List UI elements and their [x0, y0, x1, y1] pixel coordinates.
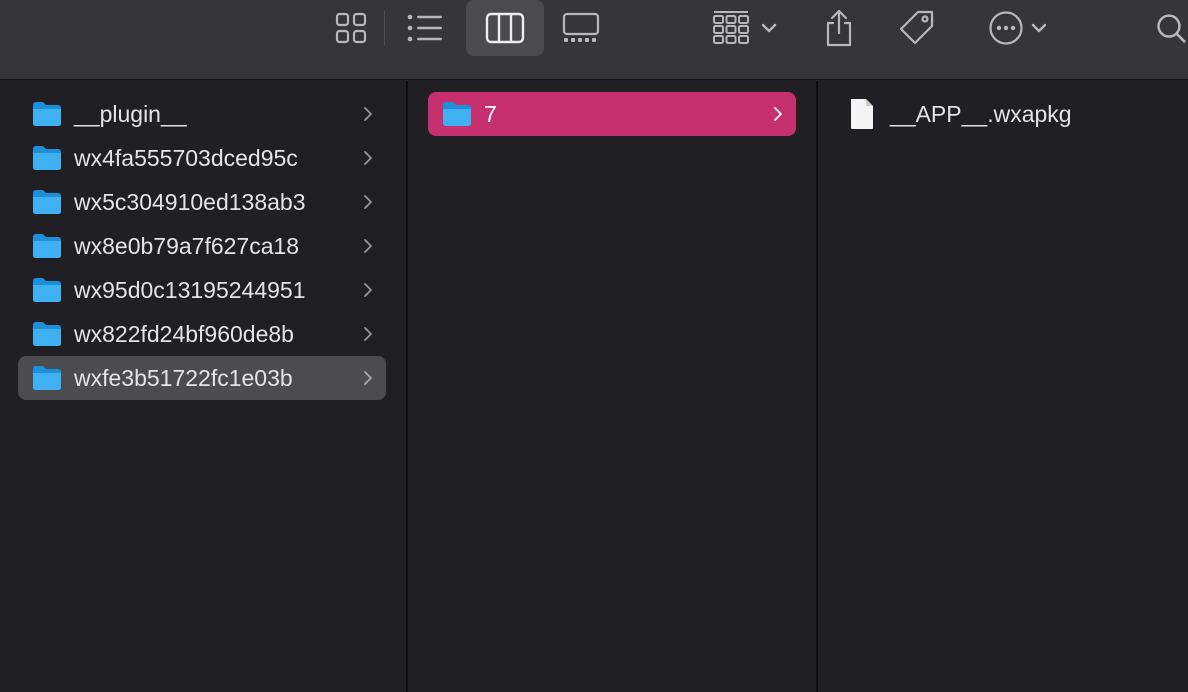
- column-3: __APP__.wxapkg: [818, 81, 1188, 692]
- share-button[interactable]: [816, 0, 862, 56]
- chevron-right-icon: [364, 327, 372, 341]
- list-view-icon: [407, 14, 442, 42]
- tag-button[interactable]: [894, 0, 940, 56]
- chevron-right-icon: [364, 371, 372, 385]
- search-icon: [1157, 14, 1186, 43]
- folder-icon: [33, 322, 61, 346]
- list-item[interactable]: wx8e0b79a7f627ca18: [18, 224, 386, 268]
- list-item[interactable]: wx5c304910ed138ab3: [18, 180, 386, 224]
- icon-view-icon: [335, 12, 367, 44]
- list-item[interactable]: wx4fa555703dced95c: [18, 136, 386, 180]
- chevron-right-icon: [364, 195, 372, 209]
- column-1: __plugin__ wx4fa555703dced95c wx5c304910…: [0, 81, 406, 692]
- icon-view-button[interactable]: [326, 0, 376, 56]
- folder-icon: [33, 102, 61, 126]
- document-icon: [851, 99, 873, 129]
- folder-icon: [33, 278, 61, 302]
- folder-icon: [443, 102, 471, 126]
- toolbar-separator: [384, 10, 385, 46]
- list-view-button[interactable]: [400, 0, 450, 56]
- chevron-right-icon: [364, 151, 372, 165]
- folder-name: wx4fa555703dced95c: [74, 144, 298, 171]
- gallery-view-button[interactable]: [556, 0, 606, 56]
- search-button[interactable]: [1150, 0, 1188, 56]
- folder-name: 7: [484, 100, 497, 127]
- list-item-selected[interactable]: 7: [428, 92, 796, 136]
- share-icon: [826, 9, 852, 47]
- folder-icon: [33, 146, 61, 170]
- file-name: __APP__.wxapkg: [890, 100, 1072, 127]
- toolbar: [0, 0, 1188, 80]
- chevron-down-icon: [1031, 23, 1047, 33]
- more-icon: [989, 11, 1023, 45]
- folder-icon: [33, 234, 61, 258]
- folder-name: wxfe3b51722fc1e03b: [74, 364, 293, 391]
- chevron-right-icon: [364, 283, 372, 297]
- chevron-right-icon: [774, 107, 782, 121]
- list-item[interactable]: __plugin__: [18, 92, 386, 136]
- folder-name: wx8e0b79a7f627ca18: [74, 232, 300, 259]
- folder-name: wx822fd24bf960de8b: [74, 320, 294, 347]
- chevron-right-icon: [364, 107, 372, 121]
- list-item[interactable]: wx822fd24bf960de8b: [18, 312, 386, 356]
- folder-name: wx95d0c13195244951: [74, 276, 306, 303]
- column-view-button[interactable]: [466, 0, 544, 56]
- gallery-view-icon: [562, 12, 600, 42]
- group-icon: [713, 11, 749, 44]
- chevron-down-icon: [761, 23, 777, 33]
- folder-icon: [33, 190, 61, 214]
- list-item[interactable]: __APP__.wxapkg: [848, 97, 1072, 131]
- chevron-right-icon: [364, 239, 372, 253]
- folder-name: __plugin__: [74, 100, 187, 127]
- tag-icon: [899, 10, 934, 45]
- column-view-icon: [485, 12, 525, 44]
- list-item-selected[interactable]: wxfe3b51722fc1e03b: [18, 356, 386, 400]
- group-button[interactable]: [704, 0, 786, 56]
- folder-name: wx5c304910ed138ab3: [74, 188, 306, 215]
- finder-window: __plugin__ wx4fa555703dced95c wx5c304910…: [0, 0, 1188, 692]
- list-item[interactable]: wx95d0c13195244951: [18, 268, 386, 312]
- more-actions-button[interactable]: [980, 0, 1056, 56]
- column-2: 7: [408, 81, 816, 692]
- folder-icon: [33, 366, 61, 390]
